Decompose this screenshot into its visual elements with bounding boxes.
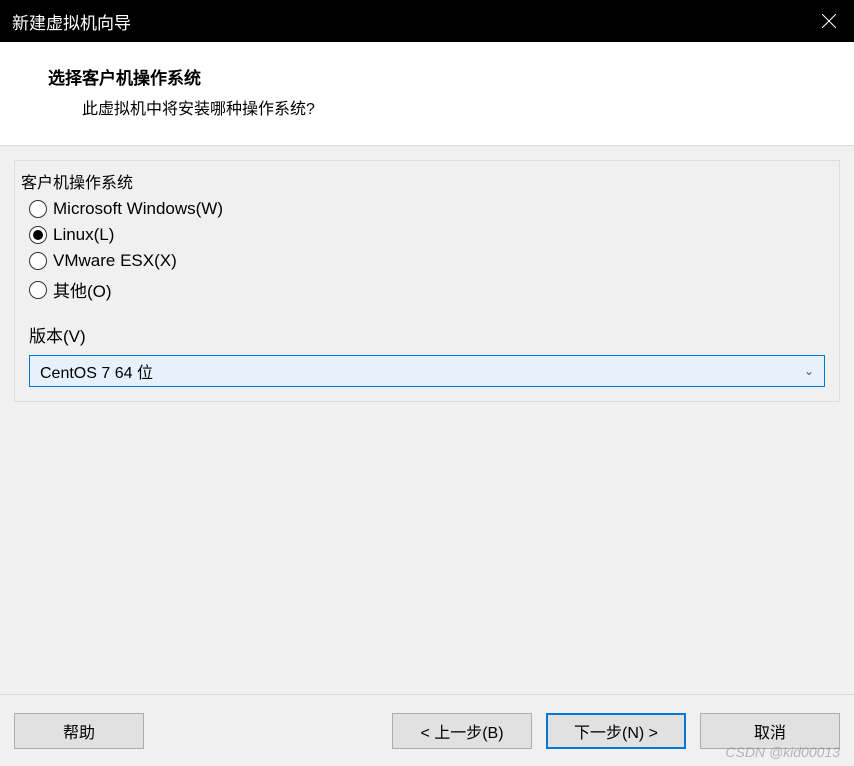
radio-linux[interactable]: Linux(L) [29,225,825,245]
wizard-header: 选择客户机操作系统 此虚拟机中将安装哪种操作系统? [0,42,854,146]
os-fieldset-legend: 客户机操作系统 [21,169,133,193]
radio-indicator [29,226,47,244]
radio-indicator [29,252,47,270]
next-button[interactable]: 下一步(N) > [546,713,686,749]
page-title: 选择客户机操作系统 [48,64,854,89]
os-fieldset: 客户机操作系统 Microsoft Windows(W) Linux(L) VM… [14,160,840,402]
cancel-button[interactable]: 取消 [700,713,840,749]
close-icon [822,14,836,28]
chevron-down-icon: ⌄ [804,364,814,378]
wizard-footer: 帮助 < 上一步(B) 下一步(N) > 取消 [0,694,854,766]
version-section: 版本(V) CentOS 7 64 位 ⌄ [29,322,825,387]
page-subtitle: 此虚拟机中将安装哪种操作系统? [48,95,854,119]
radio-indicator [29,281,47,299]
content-area: 客户机操作系统 Microsoft Windows(W) Linux(L) VM… [0,146,854,756]
window-title: 新建虚拟机向导 [12,9,131,34]
radio-vmware-esx[interactable]: VMware ESX(X) [29,251,825,271]
radio-label: Microsoft Windows(W) [53,199,223,219]
back-button[interactable]: < 上一步(B) [392,713,532,749]
radio-other[interactable]: 其他(O) [29,277,825,302]
help-button[interactable]: 帮助 [14,713,144,749]
radio-windows[interactable]: Microsoft Windows(W) [29,199,825,219]
radio-label: VMware ESX(X) [53,251,177,271]
os-radio-group: Microsoft Windows(W) Linux(L) VMware ESX… [29,199,825,302]
version-label: 版本(V) [29,322,825,347]
close-button[interactable] [804,0,854,42]
version-dropdown[interactable]: CentOS 7 64 位 ⌄ [29,355,825,387]
radio-indicator [29,200,47,218]
titlebar: 新建虚拟机向导 [0,0,854,42]
radio-label: 其他(O) [53,277,112,302]
dropdown-selected-value: CentOS 7 64 位 [40,359,153,383]
radio-label: Linux(L) [53,225,114,245]
